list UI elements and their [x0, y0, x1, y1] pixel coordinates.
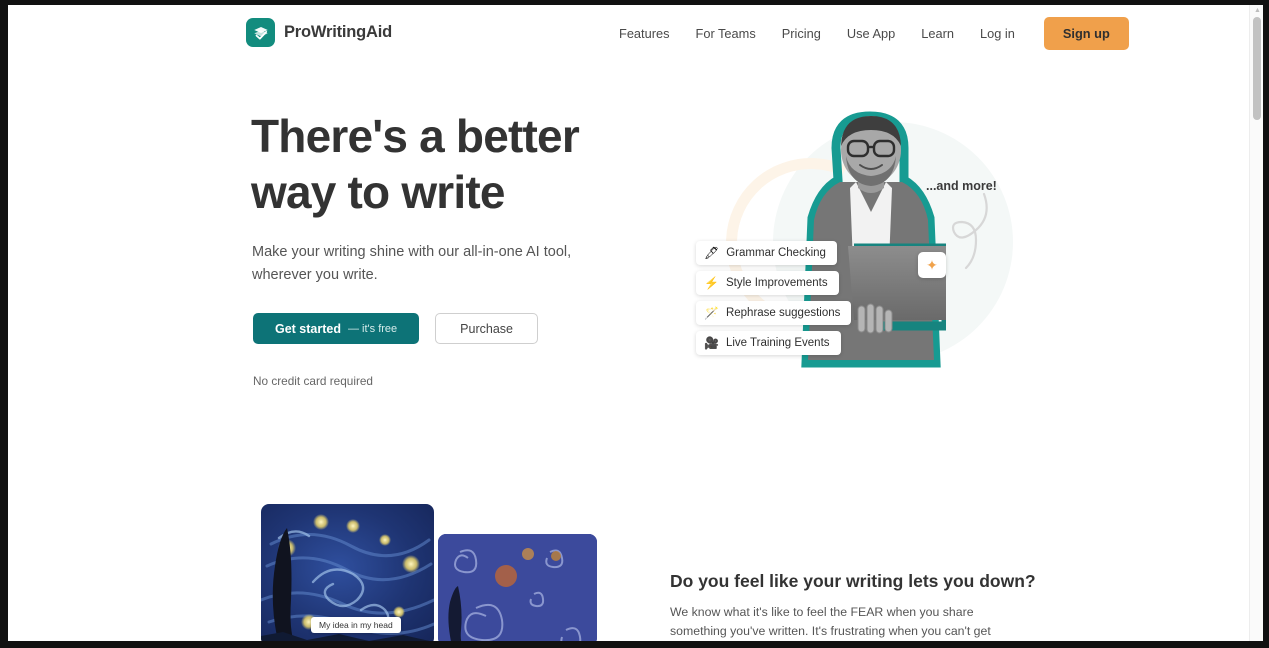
- scroll-up-arrow-icon[interactable]: ▲: [1254, 7, 1261, 14]
- flat-blue-drawing-image: [438, 534, 597, 641]
- and-more-label: ...and more!: [926, 179, 997, 193]
- get-started-note: — it's free: [348, 322, 398, 335]
- starry-night-illustration: My idea in my head: [253, 500, 598, 641]
- get-started-label: Get started: [275, 321, 341, 336]
- page-scrollbar[interactable]: ▲: [1249, 5, 1263, 641]
- lightning-bolt-icon: ⚡: [704, 276, 719, 290]
- quill-pen-icon: 🖋: [704, 246, 720, 260]
- magic-wand-icon: 🪄: [704, 306, 719, 320]
- nav-item-log-in[interactable]: Log in: [967, 26, 1028, 41]
- nav-item-for-teams[interactable]: For Teams: [683, 26, 769, 41]
- nav-item-pricing[interactable]: Pricing: [769, 26, 834, 41]
- page-viewport: ProWritingAid Features For Teams Pricing…: [8, 5, 1263, 641]
- video-camera-icon: 🎥: [704, 336, 719, 350]
- hero-subheading: Make your writing shine with our all-in-…: [252, 244, 572, 283]
- hero-heading: There's a better way to write: [251, 110, 580, 218]
- browser-frame-right: [1263, 0, 1269, 648]
- browser-frame-bottom: [0, 641, 1269, 648]
- get-started-button[interactable]: Get started — it's free: [253, 313, 420, 344]
- feature-chip-label: Style Improvements: [725, 277, 828, 289]
- nav-item-use-app[interactable]: Use App: [834, 26, 908, 41]
- feature-chip-grammar-checking: 🖋 Grammar Checking: [696, 241, 837, 265]
- feature-chip-label: Rephrase suggestions: [725, 307, 841, 319]
- feature-chip-live-training-events: 🎥 Live Training Events: [696, 331, 841, 355]
- section-two-heading: Do you feel like your writing lets you d…: [670, 571, 1036, 591]
- no-credit-card-note: No credit card required: [253, 374, 373, 388]
- section-two-body: We know what it's like to feel the FEAR …: [670, 605, 991, 638]
- stacked-pages-check-icon: [246, 18, 275, 47]
- nav-item-learn[interactable]: Learn: [908, 26, 967, 41]
- feature-chip-label: Live Training Events: [725, 337, 830, 349]
- purchase-button[interactable]: Purchase: [435, 313, 538, 344]
- feature-chip-label: Grammar Checking: [726, 247, 826, 259]
- idea-caption-label: My idea in my head: [311, 617, 401, 633]
- browser-frame-left: [0, 0, 8, 648]
- hero-illustration: ...and more! ✦ 🖋 Grammar Checking ⚡ Styl…: [668, 100, 1028, 390]
- brand-logo[interactable]: ProWritingAid: [246, 18, 392, 47]
- sparkle-icon: ✦: [918, 252, 946, 278]
- brand-name: ProWritingAid: [284, 23, 393, 41]
- feature-chip-rephrase-suggestions: 🪄 Rephrase suggestions: [696, 301, 852, 325]
- scrollbar-thumb[interactable]: [1253, 17, 1261, 120]
- main-navigation: Features For Teams Pricing Use App Learn…: [606, 5, 1129, 62]
- feature-chip-style-improvements: ⚡ Style Improvements: [696, 271, 839, 295]
- hero-cta-group: Get started — it's free Purchase: [253, 313, 538, 344]
- nav-item-features[interactable]: Features: [606, 26, 683, 41]
- sign-up-button[interactable]: Sign up: [1043, 17, 1129, 50]
- site-header: ProWritingAid Features For Teams Pricing…: [8, 5, 1249, 62]
